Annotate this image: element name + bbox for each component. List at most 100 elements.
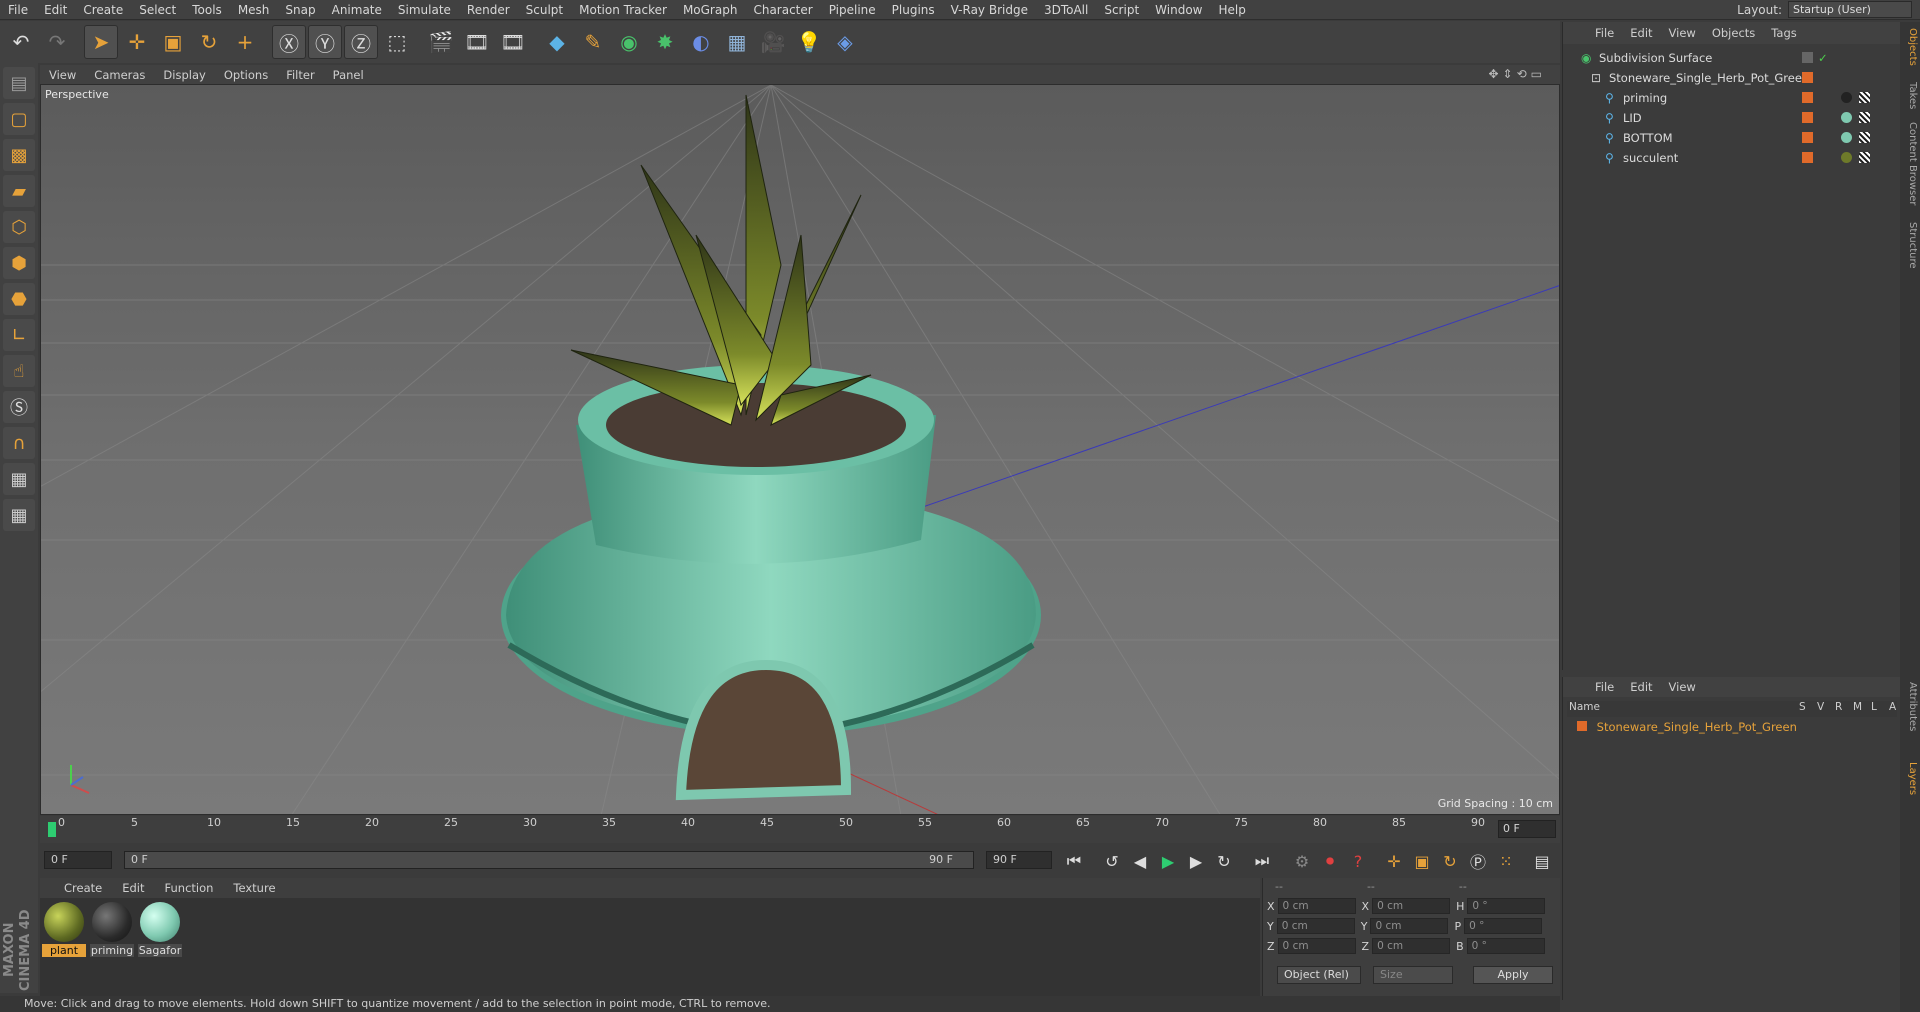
scale-key-icon[interactable]: ▣ [1410,849,1434,873]
pos-z-field[interactable]: 0 cm [1277,938,1356,954]
pen-icon[interactable]: ✎ [576,25,610,59]
y-axis-icon[interactable]: Ⓨ [308,25,342,59]
object-row-stoneware[interactable]: ⊡ Stoneware_Single_Herb_Pot_Green [1563,68,1901,88]
subdivision-icon[interactable]: ◉ [612,25,646,59]
polygons-mode-icon[interactable]: ⬣ [3,283,35,315]
next-frame-icon[interactable]: ▶ [1184,849,1208,873]
size-x-field[interactable]: 0 cm [1372,898,1451,914]
frame-range-slider[interactable]: 0 F 90 F [124,851,974,869]
apply-button[interactable]: Apply [1473,966,1553,984]
menu-animate[interactable]: Animate [324,0,390,20]
object-menu-file[interactable]: File [1587,26,1622,40]
menu-help[interactable]: Help [1210,0,1253,20]
pos-x-field[interactable]: 0 cm [1277,898,1356,914]
texture-tag[interactable] [1859,152,1870,163]
python-icon[interactable]: ◈ [828,25,862,59]
keyframe-selection-icon[interactable]: ? [1346,849,1370,873]
current-frame-field[interactable]: 0 F [1498,820,1556,838]
size-mode-dropdown[interactable]: Size [1373,966,1453,984]
enabled-check-icon[interactable]: ✓ [1818,48,1828,68]
texture-tag[interactable] [1859,92,1870,103]
rot-h-field[interactable]: 0 ° [1467,898,1546,914]
layer-row[interactable]: Stoneware_Single_Herb_Pot_Green [1577,720,1797,734]
rotation-key-icon[interactable]: ↻ [1438,849,1462,873]
make-editable-icon[interactable]: ▤ [3,67,35,99]
play-icon[interactable]: ▶ [1156,849,1180,873]
menu-3dtoall[interactable]: 3DToAll [1036,0,1096,20]
planar-workplane-icon[interactable]: ▦ [3,499,35,531]
axis-mode-icon[interactable]: ∟ [3,319,35,351]
menu-plugins[interactable]: Plugins [884,0,943,20]
z-axis-icon[interactable]: Ⓩ [344,25,378,59]
render-view-icon[interactable]: 🎬 [424,25,458,59]
pos-y-field[interactable]: 0 cm [1276,918,1355,934]
tab-content-browser[interactable]: Content Browser [1902,122,1918,205]
floor-icon[interactable]: ▦ [720,25,754,59]
viewport-menu-view[interactable]: View [40,68,85,82]
viewport-menu-filter[interactable]: Filter [277,68,323,82]
menu-render[interactable]: Render [459,0,518,20]
viewport-menu-options[interactable]: Options [215,68,277,82]
viewport-navigation-icons[interactable]: ✥⇕⟲▭ [1488,67,1546,81]
coordinate-system-icon[interactable]: ⬚ [380,25,414,59]
timeline-window-icon[interactable]: ▤ [1530,849,1554,873]
layout-dropdown[interactable]: Startup (User) [1788,1,1912,18]
menu-snap[interactable]: Snap [277,0,323,20]
deformer-icon[interactable]: ◐ [684,25,718,59]
menu-motion-tracker[interactable]: Motion Tracker [571,0,675,20]
material-tag-sagafor[interactable] [1841,132,1852,143]
redo-icon[interactable]: ↷ [40,25,74,59]
undo-icon[interactable]: ↶ [4,25,38,59]
tab-takes[interactable]: Takes [1902,82,1918,109]
menu-sculpt[interactable]: Sculpt [518,0,571,20]
texture-tag[interactable] [1859,112,1870,123]
object-menu-objects[interactable]: Objects [1704,26,1763,40]
lock-workplane-icon[interactable]: ▦ [3,463,35,495]
tweak-mode-icon[interactable]: ☝ [3,355,35,387]
move-tool-icon[interactable]: ✛ [120,25,154,59]
point-level-animation-icon[interactable]: ⁙ [1494,849,1518,873]
position-key-icon[interactable]: ✛ [1382,849,1406,873]
object-menu-view[interactable]: View [1661,26,1704,40]
object-row-subdivision-surface[interactable]: ◉ Subdivision Surface ✓ [1563,48,1901,68]
autokey-icon[interactable]: ⏺ [1318,849,1342,873]
coordinate-mode-dropdown[interactable]: Object (Rel) [1277,966,1361,984]
object-row-succulent[interactable]: ⚲ succulent [1563,148,1901,168]
texture-tag[interactable] [1859,132,1870,143]
tab-layers[interactable]: Layers [1902,762,1918,795]
cube-icon[interactable]: ◆ [540,25,574,59]
points-mode-icon[interactable]: ⬡ [3,211,35,243]
texture-mode-icon[interactable]: ▩ [3,139,35,171]
material-tag-priming[interactable] [1841,92,1852,103]
material-menu-texture[interactable]: Texture [223,881,285,895]
layer-menu-edit[interactable]: Edit [1622,680,1660,694]
viewport-menu-cameras[interactable]: Cameras [85,68,154,82]
render-picture-viewer-icon[interactable]: 🎞 [460,25,494,59]
menu-file[interactable]: File [0,0,36,20]
material-plant[interactable]: plant [42,902,86,957]
x-axis-icon[interactable]: Ⓧ [272,25,306,59]
recent-tool-icon[interactable]: + [228,25,262,59]
magnet-icon[interactable]: ∩ [3,427,35,459]
layer-menu-file[interactable]: File [1587,680,1622,694]
menu-pipeline[interactable]: Pipeline [821,0,884,20]
menu-window[interactable]: Window [1147,0,1210,20]
previous-frame-icon[interactable]: ◀ [1128,849,1152,873]
camera-icon[interactable]: 🎥 [756,25,790,59]
menu-vray-bridge[interactable]: V-Ray Bridge [943,0,1036,20]
go-to-start-icon[interactable]: ⏮ [1062,849,1086,873]
go-to-end-icon[interactable]: ⏭ [1250,849,1274,873]
scale-tool-icon[interactable]: ▣ [156,25,190,59]
material-menu-create[interactable]: Create [40,881,112,895]
start-frame-field[interactable]: 0 F [44,851,112,869]
render-settings-icon[interactable]: 🎞 [496,25,530,59]
object-menu-edit[interactable]: Edit [1622,26,1660,40]
menu-mesh[interactable]: Mesh [230,0,278,20]
edges-mode-icon[interactable]: ⬢ [3,247,35,279]
menu-character[interactable]: Character [745,0,820,20]
record-keyframes-icon[interactable]: ⚙ [1290,849,1314,873]
menu-tools[interactable]: Tools [184,0,230,20]
viewport-menu-display[interactable]: Display [154,68,214,82]
parameter-key-icon[interactable]: Ⓟ [1466,849,1490,873]
rot-p-field[interactable]: 0 ° [1464,918,1543,934]
